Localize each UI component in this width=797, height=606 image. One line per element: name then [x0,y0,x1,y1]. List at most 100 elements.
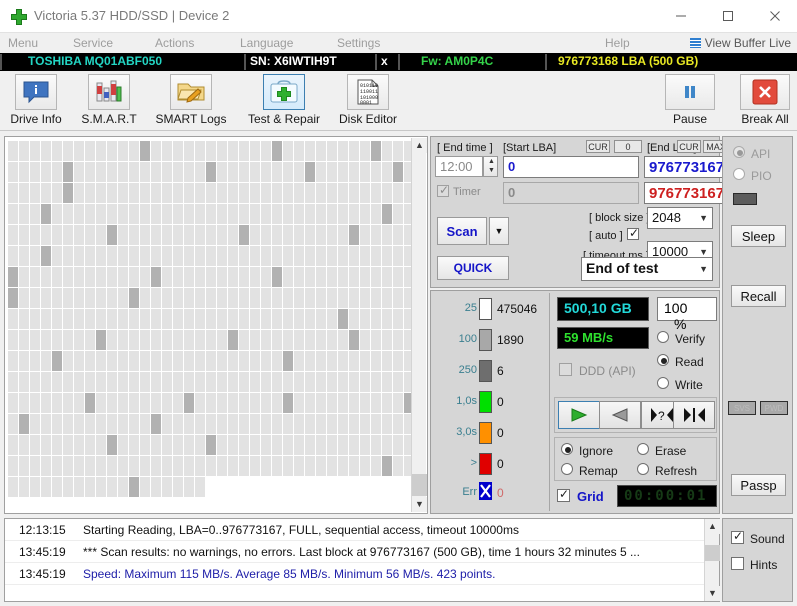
start-cur-button[interactable]: CUR [586,140,610,153]
map-block [96,309,106,329]
map-block [19,477,29,497]
map-block [294,372,304,392]
map-block [151,288,161,308]
end-time-spinner[interactable]: ▲ ▼ [483,156,498,177]
timer-checkbox[interactable]: ✓ [437,184,449,197]
map-block [338,246,348,266]
map-block [74,351,84,371]
map-block [217,183,227,203]
menu-item-actions[interactable]: Actions [155,36,194,50]
break-all-button[interactable]: Break All [735,74,795,129]
map-block [294,414,304,434]
end-time-input[interactable]: 12:00 [435,156,483,177]
map-block [261,351,271,371]
map-block [272,162,282,182]
map-block [316,393,326,413]
scrollbar-thumb[interactable] [412,474,427,496]
map-block [206,162,216,182]
quick-button[interactable]: QUICK [437,256,509,280]
api-radio[interactable] [733,146,745,158]
end-of-test-select[interactable]: End of test ▼ [581,257,713,281]
view-buffer-live-label: View Buffer Live [704,36,791,50]
map-block [74,393,84,413]
log-scroll-up-icon[interactable]: ▲ [705,519,720,534]
map-block [118,456,128,476]
tool-smart-logs[interactable]: SMART Logs [155,74,227,129]
log-scroll-down-icon[interactable]: ▼ [705,586,720,601]
map-block [173,456,183,476]
maximize-button[interactable] [705,0,751,32]
verify-radio[interactable] [657,331,669,343]
passport-button[interactable]: Passp [731,474,786,496]
grid-checkbox[interactable]: ✓ [557,488,570,502]
play-backward-button[interactable] [599,401,641,429]
menu-item-settings[interactable]: Settings [337,36,380,50]
map-block [316,267,326,287]
scan-button[interactable]: Scan [437,217,487,245]
scroll-up-arrow-icon[interactable]: ▲ [412,138,427,153]
scan-map-canvas[interactable] [6,138,412,512]
pio-radio[interactable] [733,168,745,180]
remap-radio[interactable] [561,463,573,475]
seek-end-button[interactable] [673,401,715,429]
start-zero-button[interactable]: 0 [614,140,642,153]
play-forward-button[interactable] [558,401,600,429]
map-block [294,267,304,287]
map-block [305,183,315,203]
map-block [173,477,183,497]
menu-item-service[interactable]: Service [73,36,113,50]
map-block [151,456,161,476]
map-block [371,435,381,455]
ddd-checkbox[interactable] [559,363,572,376]
map-block [129,456,139,476]
block-size-select[interactable]: 2048 ▼ [647,207,713,229]
ignore-radio[interactable] [561,443,573,455]
map-block [107,204,117,224]
refresh-radio[interactable] [637,463,649,475]
tool-smart[interactable]: S.M.A.R.T [73,74,145,129]
menu-item-menu[interactable]: Menu [8,36,38,50]
close-button[interactable] [752,0,797,32]
menu-item-language[interactable]: Language [240,36,293,50]
end-lba-input[interactable]: 976773167 [644,156,728,178]
view-buffer-live-button[interactable]: View Buffer Live [689,36,791,50]
ddd-label: DDD (API) [579,364,636,378]
minimize-button[interactable] [658,0,704,32]
log-vertical-scrollbar[interactable]: ▲ ▼ [704,519,720,601]
map-block [338,204,348,224]
map-block [30,183,40,203]
pwd-button[interactable]: PWD [760,401,788,415]
map-block [283,372,293,392]
sleep-button[interactable]: Sleep [731,225,786,247]
map-block [30,456,40,476]
map-block [327,372,337,392]
close-drive-tab-button[interactable]: x [381,54,388,70]
start-lba-secondary-input[interactable]: 0 [503,182,639,204]
auto-checkbox[interactable]: ✓ [627,227,639,240]
map-block [140,435,150,455]
read-radio[interactable] [657,354,669,366]
write-radio[interactable] [657,377,669,389]
end-cur-button[interactable]: CUR [677,140,701,153]
tool-disk-editor[interactable]: 010110 110011 101000 0001 Disk Editor [332,74,404,129]
map-block [294,183,304,203]
map-block [195,309,205,329]
log-scrollbar-thumb[interactable] [705,545,720,561]
pause-button[interactable]: Pause [660,74,720,129]
map-block [305,309,315,329]
scroll-down-arrow-icon[interactable]: ▼ [412,497,427,512]
menu-item-help[interactable]: Help [605,36,630,50]
tool-test-and-repair[interactable]: Test & Repair [248,74,320,129]
tool-drive-info[interactable]: Drive Info [0,74,72,129]
map-block [140,225,150,245]
hints-checkbox[interactable] [731,557,744,570]
svs-button[interactable]: SVS [728,401,756,415]
scan-dropdown-button[interactable]: ▼ [489,217,509,245]
start-lba-input[interactable]: 0 [503,156,639,178]
recall-button[interactable]: Recall [731,285,786,307]
end-lba-secondary-input[interactable]: 976773167 [644,182,728,204]
erase-radio[interactable] [637,443,649,455]
map-block [250,183,260,203]
map-vertical-scrollbar[interactable]: ▲ ▼ [411,138,427,512]
sound-checkbox[interactable]: ✓ [731,530,744,544]
